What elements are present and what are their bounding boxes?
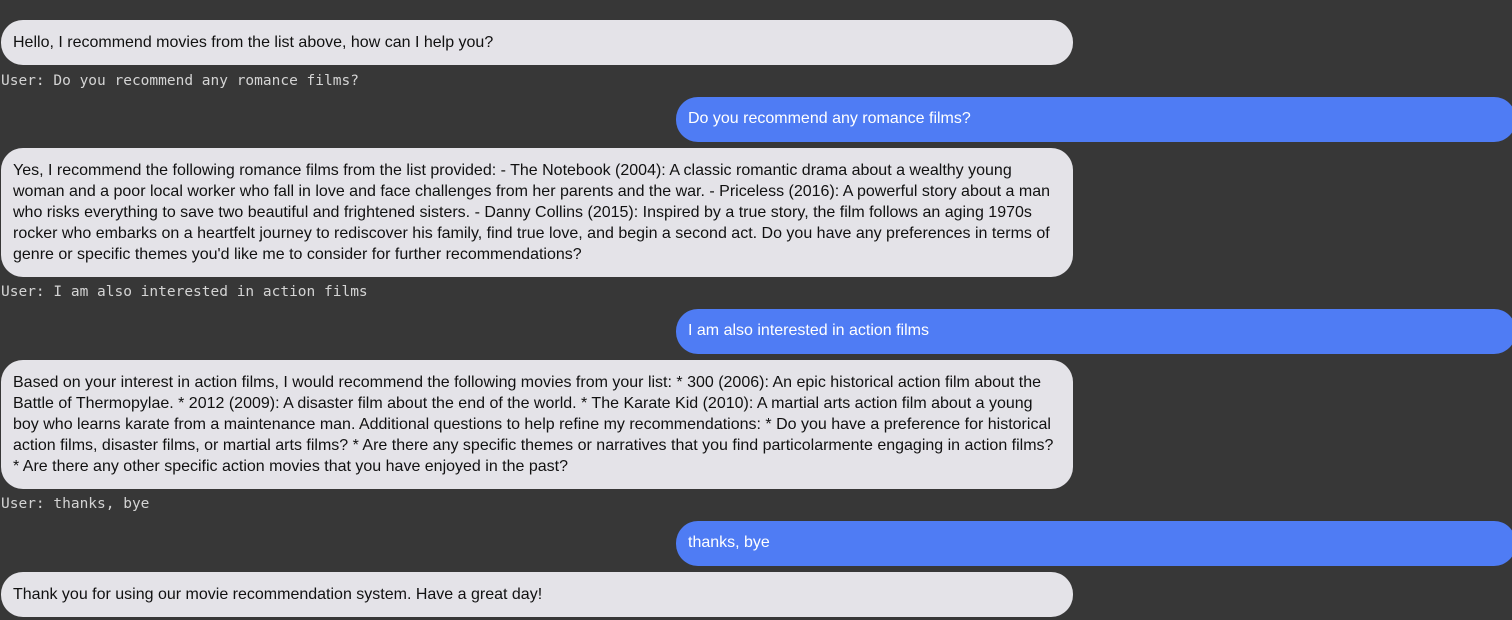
console-log-line: User: I am also interested in action fil…	[1, 284, 368, 300]
assistant-message: Based on your interest in action films, …	[1, 360, 1073, 489]
user-message: thanks, bye	[676, 521, 1512, 566]
assistant-message: Thank you for using our movie recommenda…	[1, 572, 1073, 617]
assistant-message: Yes, I recommend the following romance f…	[1, 148, 1073, 277]
console-log-line: User: thanks, bye	[1, 496, 150, 512]
assistant-message: Hello, I recommend movies from the list …	[1, 20, 1073, 65]
user-message: Do you recommend any romance films?	[676, 97, 1512, 142]
user-message: I am also interested in action films	[676, 309, 1512, 354]
console-log-line: User: Do you recommend any romance films…	[1, 73, 359, 89]
